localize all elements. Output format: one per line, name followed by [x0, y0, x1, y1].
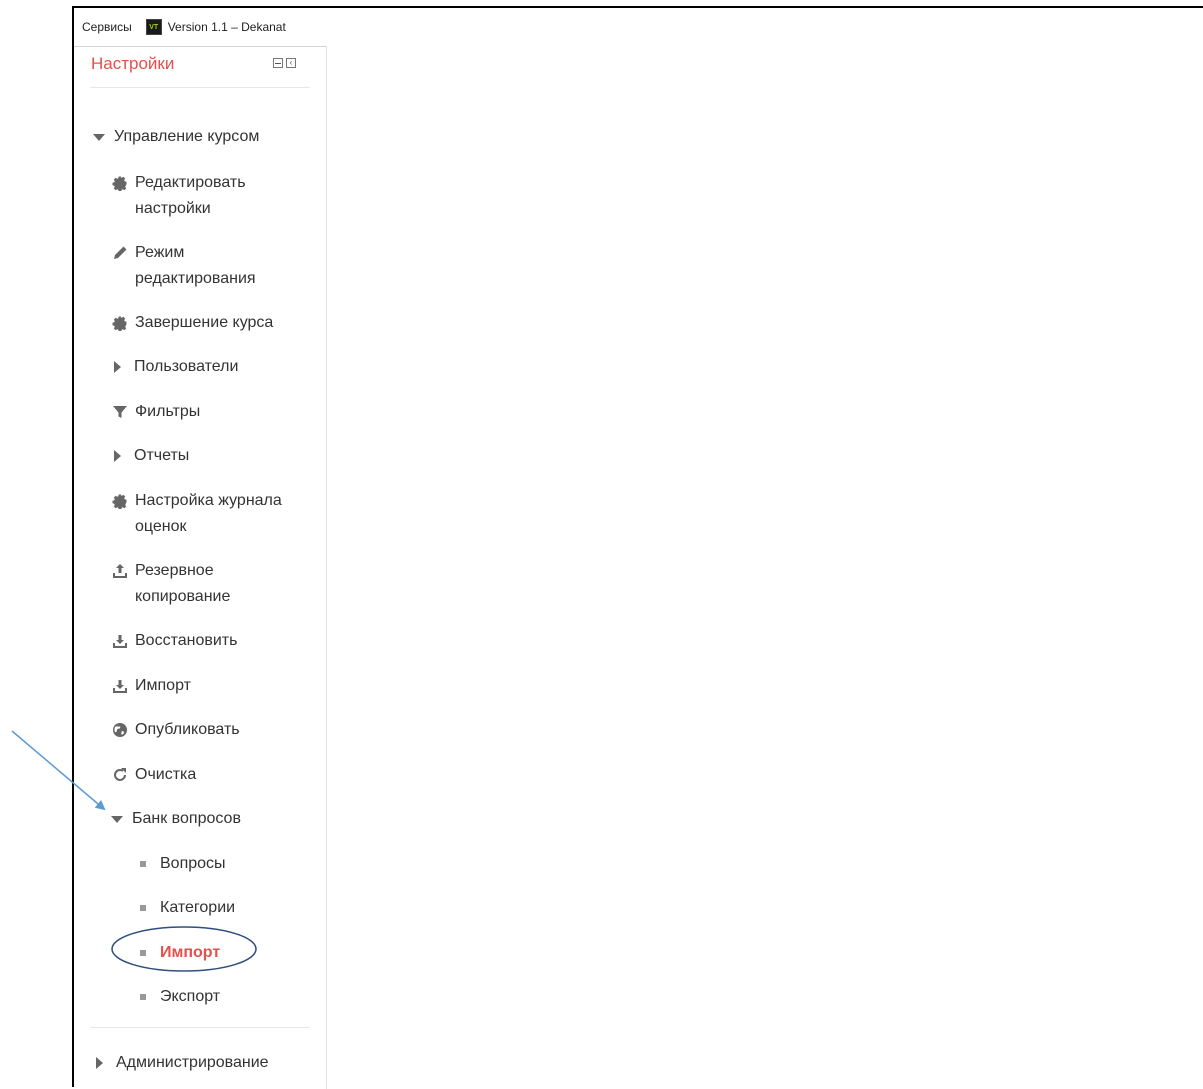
menu-label: Импорт [160, 944, 221, 961]
download-icon [111, 677, 129, 695]
menu-label: Редактировать настройки [135, 174, 246, 217]
main-content-area [327, 46, 1203, 1087]
expanded-arrow-icon [93, 134, 105, 141]
download-icon [111, 632, 129, 650]
collapsed-arrow-icon [114, 450, 121, 462]
menu-item-gradebook-setup[interactable]: Настройка журнала оценок [111, 488, 305, 540]
menu-item-backup[interactable]: Резервное копирование [111, 558, 285, 610]
menu-item-edit-settings[interactable]: Редактировать настройки [111, 170, 311, 222]
globe-icon [111, 721, 129, 739]
bookmark-dekanat[interactable]: Version 1.1 – Dekanat [168, 20, 286, 34]
bookmark-services[interactable]: Сервисы [82, 20, 132, 34]
gear-icon [111, 492, 129, 510]
menu-item-restore[interactable]: Восстановить [111, 628, 237, 654]
collapse-block-icon[interactable] [273, 58, 283, 68]
submenu-item-questions[interactable]: Вопросы [138, 851, 226, 877]
menu-item-publish[interactable]: Опубликовать [111, 717, 240, 743]
collapsed-arrow-icon [96, 1057, 103, 1069]
bullet-icon [140, 861, 146, 867]
pencil-icon [111, 244, 129, 262]
collapsed-arrow-icon [114, 361, 121, 373]
gear-icon [111, 174, 129, 192]
menu-label: Экспорт [160, 988, 221, 1005]
tree-label: Банк вопросов [132, 810, 241, 827]
menu-label: Настройка журнала оценок [135, 492, 282, 535]
menu-item-course-completion[interactable]: Завершение курса [111, 310, 273, 336]
menu-label: Режим редактирования [135, 244, 256, 287]
browser-window: Сервисы VT Version 1.1 – Dekanat Настрой… [72, 6, 1203, 1089]
divider [90, 87, 310, 88]
menu-label: Завершение курса [135, 314, 274, 331]
menu-item-import[interactable]: Импорт [111, 673, 191, 699]
menu-item-edit-mode[interactable]: Режим редактирования [111, 240, 285, 292]
upload-icon [111, 562, 129, 580]
tree-node-site-admin[interactable]: Администрирование [93, 1050, 269, 1076]
menu-item-filters[interactable]: Фильтры [111, 399, 200, 425]
menu-item-reset[interactable]: Очистка [111, 762, 196, 788]
menu-label: Резервное копирование [135, 562, 231, 605]
site-favicon-icon: VT [145, 19, 162, 35]
filter-icon [111, 403, 129, 421]
tree-label: Пользователи [134, 358, 239, 375]
menu-label: Категории [160, 899, 236, 916]
menu-label: Фильтры [135, 403, 201, 420]
bookmarks-bar: Сервисы VT Version 1.1 – Dekanat [74, 8, 1203, 47]
menu-label: Восстановить [135, 632, 238, 649]
tree-node-question-bank[interactable]: Банк вопросов [111, 806, 241, 832]
expanded-arrow-icon [111, 816, 123, 823]
refresh-icon [111, 766, 129, 784]
tree-label: Администрирование [116, 1054, 269, 1071]
tree-label: Отчеты [134, 447, 190, 464]
menu-label: Очистка [135, 766, 197, 783]
bullet-icon [140, 950, 146, 956]
gear-icon [111, 314, 129, 332]
submenu-item-import-active[interactable]: Импорт [138, 940, 220, 966]
bullet-icon [140, 994, 146, 1000]
tree-label: Управление курсом [114, 128, 260, 145]
submenu-item-export[interactable]: Экспорт [138, 984, 220, 1010]
settings-block: Настройки ‹ Управление курсом Редактиров… [74, 46, 327, 1089]
divider [90, 1027, 310, 1028]
menu-label: Вопросы [160, 855, 226, 872]
submenu-item-categories[interactable]: Категории [138, 895, 235, 921]
tree-node-users[interactable]: Пользователи [111, 354, 238, 380]
menu-label: Опубликовать [135, 721, 240, 738]
block-controls: ‹ [273, 58, 296, 68]
menu-label: Импорт [135, 677, 191, 694]
block-title: Настройки [91, 54, 175, 73]
dock-block-icon[interactable]: ‹ [286, 58, 296, 68]
tree-node-course-admin[interactable]: Управление курсом [93, 124, 259, 150]
bullet-icon [140, 905, 146, 911]
tree-node-reports[interactable]: Отчеты [111, 443, 189, 469]
